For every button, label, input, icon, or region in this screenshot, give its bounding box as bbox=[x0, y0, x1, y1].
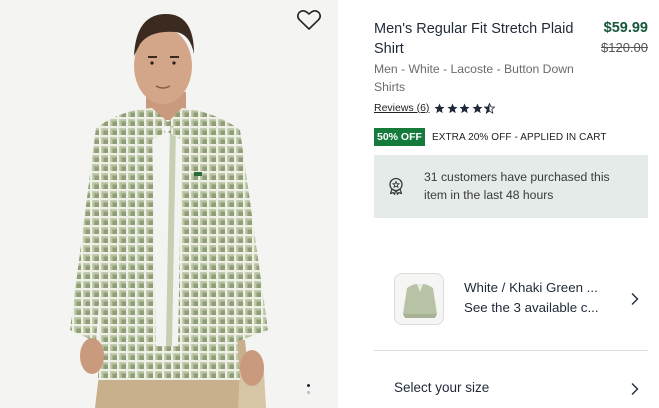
reviews-row: Reviews (6) bbox=[374, 102, 497, 114]
promo-row: 50% OFF EXTRA 20% OFF - APPLIED IN CART bbox=[374, 128, 607, 146]
product-breadcrumb-subtitle: Men - White - Lacoste - Button Down Shir… bbox=[374, 62, 574, 94]
reviews-link[interactable]: Reviews (6) bbox=[374, 102, 429, 114]
product-image-panel[interactable] bbox=[0, 0, 338, 408]
chevron-right-icon bbox=[631, 383, 639, 395]
variant-swatch-image bbox=[394, 273, 444, 325]
variant-color-name: White / Khaki Green ... bbox=[464, 280, 598, 295]
gallery-pagination[interactable] bbox=[306, 384, 312, 404]
product-photo bbox=[70, 14, 268, 408]
product-details: Men's Regular Fit Stretch Plaid Shirt $5… bbox=[374, 0, 659, 408]
variant-available-text: See the 3 available c... bbox=[464, 300, 599, 315]
sale-price: $59.99 bbox=[603, 20, 648, 36]
purchase-count-text: 31 customers have purchased this item in… bbox=[424, 170, 610, 202]
select-size-button[interactable]: Select your size bbox=[394, 377, 648, 401]
star-full-icon bbox=[472, 102, 483, 113]
color-variant-selector[interactable]: White / Khaki Green ... See the 3 availa… bbox=[394, 273, 648, 325]
wishlist-heart-icon[interactable] bbox=[296, 8, 322, 32]
product-title: Men's Regular Fit Stretch Plaid Shirt bbox=[374, 21, 574, 57]
star-half-icon bbox=[484, 102, 496, 114]
purchase-count-banner: 31 customers have purchased this item in… bbox=[374, 155, 648, 218]
star-full-icon bbox=[459, 102, 470, 113]
badge-ribbon-icon bbox=[389, 177, 403, 195]
chevron-right-icon bbox=[631, 293, 639, 305]
star-rating bbox=[434, 102, 497, 114]
original-price: $120.00 bbox=[601, 40, 648, 55]
star-full-icon bbox=[447, 102, 458, 113]
gallery-dot[interactable] bbox=[307, 391, 310, 394]
gallery-dot-active[interactable] bbox=[307, 384, 310, 387]
discount-badge: 50% OFF bbox=[374, 128, 425, 146]
star-full-icon bbox=[434, 102, 445, 113]
promo-text: EXTRA 20% OFF - APPLIED IN CART bbox=[431, 131, 607, 143]
divider bbox=[374, 350, 648, 351]
select-size-label: Select your size bbox=[394, 380, 490, 395]
